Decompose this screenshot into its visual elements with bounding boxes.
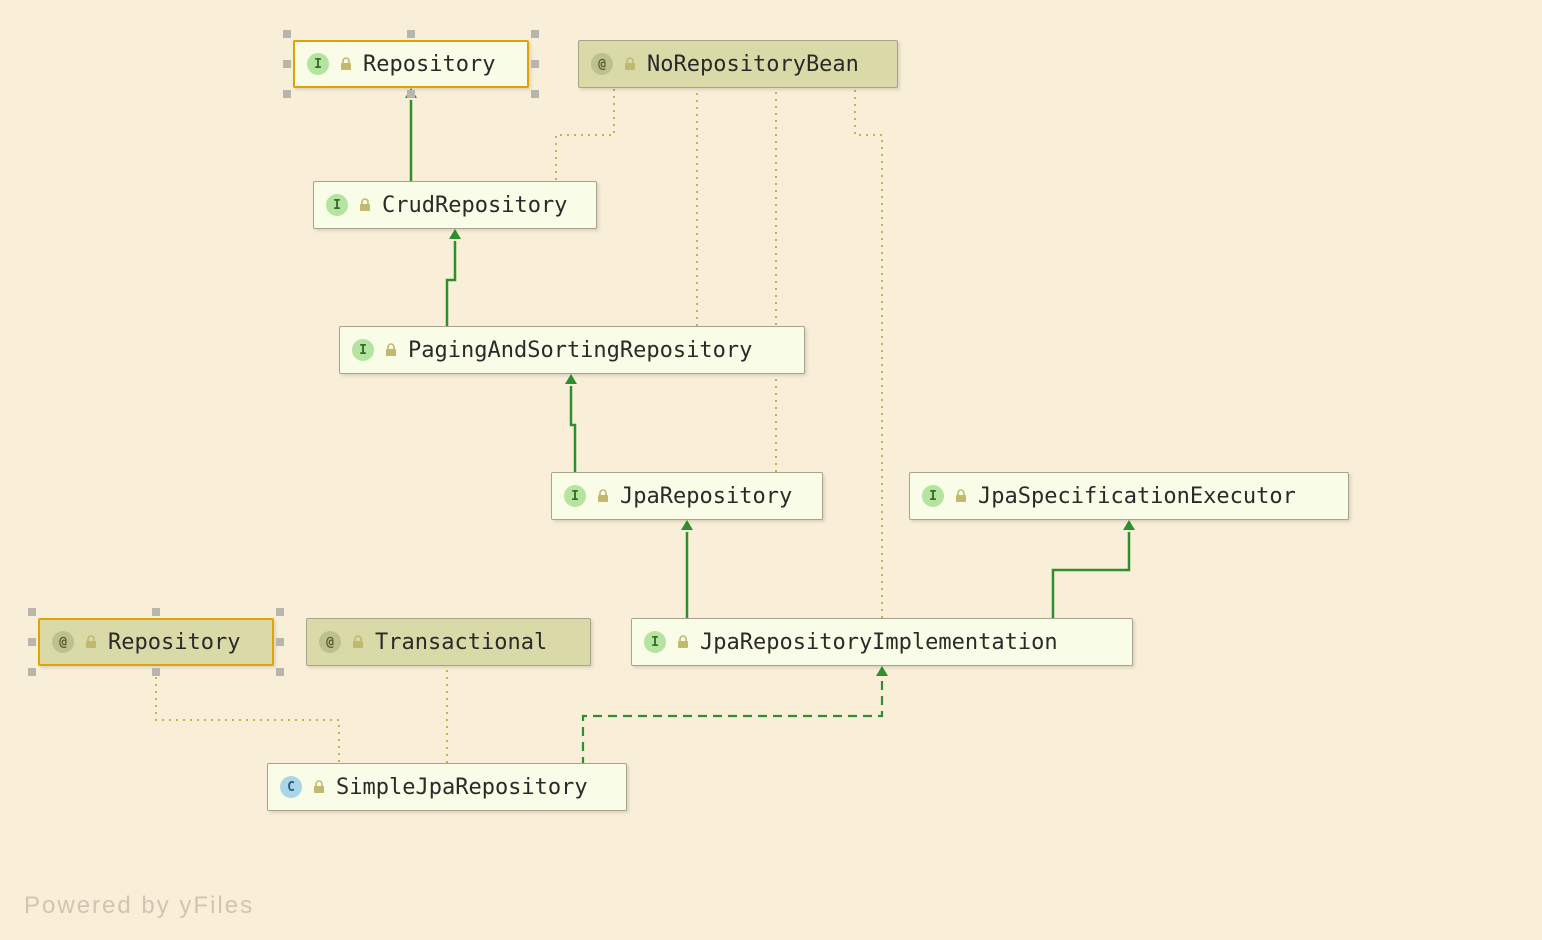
arrowhead-icon [565,374,577,384]
selection-handle[interactable] [28,608,36,616]
lock-icon [84,630,98,655]
lock-icon [384,338,398,363]
selection-handle[interactable] [531,90,539,98]
node-label: JpaRepositoryImplementation [700,630,1058,655]
edge-jparepoimpl-to-jpaspec [1053,532,1129,618]
selection-handle[interactable] [28,668,36,676]
lock-icon [596,484,610,509]
selection-handle[interactable] [531,60,539,68]
diagram-canvas[interactable]: I Repository @ NoRepositoryBean I CrudReposit… [0,0,1542,940]
selection-handle[interactable] [407,90,415,98]
selection-handle[interactable] [407,30,415,38]
lock-icon [623,52,637,77]
lock-icon [339,52,353,77]
kind-icon: @ [319,631,341,653]
selection-handle[interactable] [276,668,284,676]
lock-icon [676,630,690,655]
kind-icon: I [922,485,944,507]
kind-icon: I [564,485,586,507]
kind-icon: I [644,631,666,653]
lock-icon [312,775,326,800]
node-label: NoRepositoryBean [647,52,859,77]
node-label: Repository [108,630,240,655]
node-label: Transactional [375,630,547,655]
kind-icon: @ [591,53,613,75]
arrowhead-icon [681,520,693,530]
selection-handle[interactable] [276,638,284,646]
selection-handle[interactable] [283,60,291,68]
node-label: JpaSpecificationExecutor [978,484,1296,509]
node-label: PagingAndSortingRepository [408,338,752,363]
selection-handle[interactable] [283,30,291,38]
node-simplejpa[interactable]: C SimpleJpaRepository [267,763,627,811]
selection-handle[interactable] [28,638,36,646]
node-repo_anno[interactable]: @ Repository [38,618,274,666]
selection-handle[interactable] [531,30,539,38]
node-label: SimpleJpaRepository [336,775,588,800]
node-norepobean[interactable]: @ NoRepositoryBean [578,40,898,88]
powered-by: Powered by yFiles [24,892,254,920]
node-jparepo[interactable]: I JpaRepository [551,472,823,520]
selection-handle[interactable] [283,90,291,98]
kind-icon: I [307,53,329,75]
node-paging[interactable]: I PagingAndSortingRepository [339,326,805,374]
arrowhead-icon [876,666,888,676]
node-repository_iface[interactable]: I Repository [293,40,529,88]
node-label: Repository [363,52,495,77]
kind-icon: @ [52,631,74,653]
selection-handle[interactable] [276,608,284,616]
lock-icon [358,193,372,218]
selection-handle[interactable] [152,668,160,676]
edge-simplejpa-to-jparepoimpl [583,678,882,811]
lock-icon [351,630,365,655]
node-crud[interactable]: I CrudRepository [313,181,597,229]
arrowhead-icon [1123,520,1135,530]
node-label: JpaRepository [620,484,792,509]
kind-icon: C [280,776,302,798]
selection-handle[interactable] [152,608,160,616]
kind-icon: I [326,194,348,216]
lock-icon [954,484,968,509]
node-jparepoimpl[interactable]: I JpaRepositoryImplementation [631,618,1133,666]
edge-layer [0,0,1542,940]
node-transactional[interactable]: @ Transactional [306,618,591,666]
edge-paging-to-crud [447,241,455,326]
kind-icon: I [352,339,374,361]
node-jpaspec[interactable]: I JpaSpecificationExecutor [909,472,1349,520]
node-label: CrudRepository [382,193,567,218]
arrowhead-icon [449,229,461,239]
edge-jparepoimpl-to-norepobean [855,88,882,618]
